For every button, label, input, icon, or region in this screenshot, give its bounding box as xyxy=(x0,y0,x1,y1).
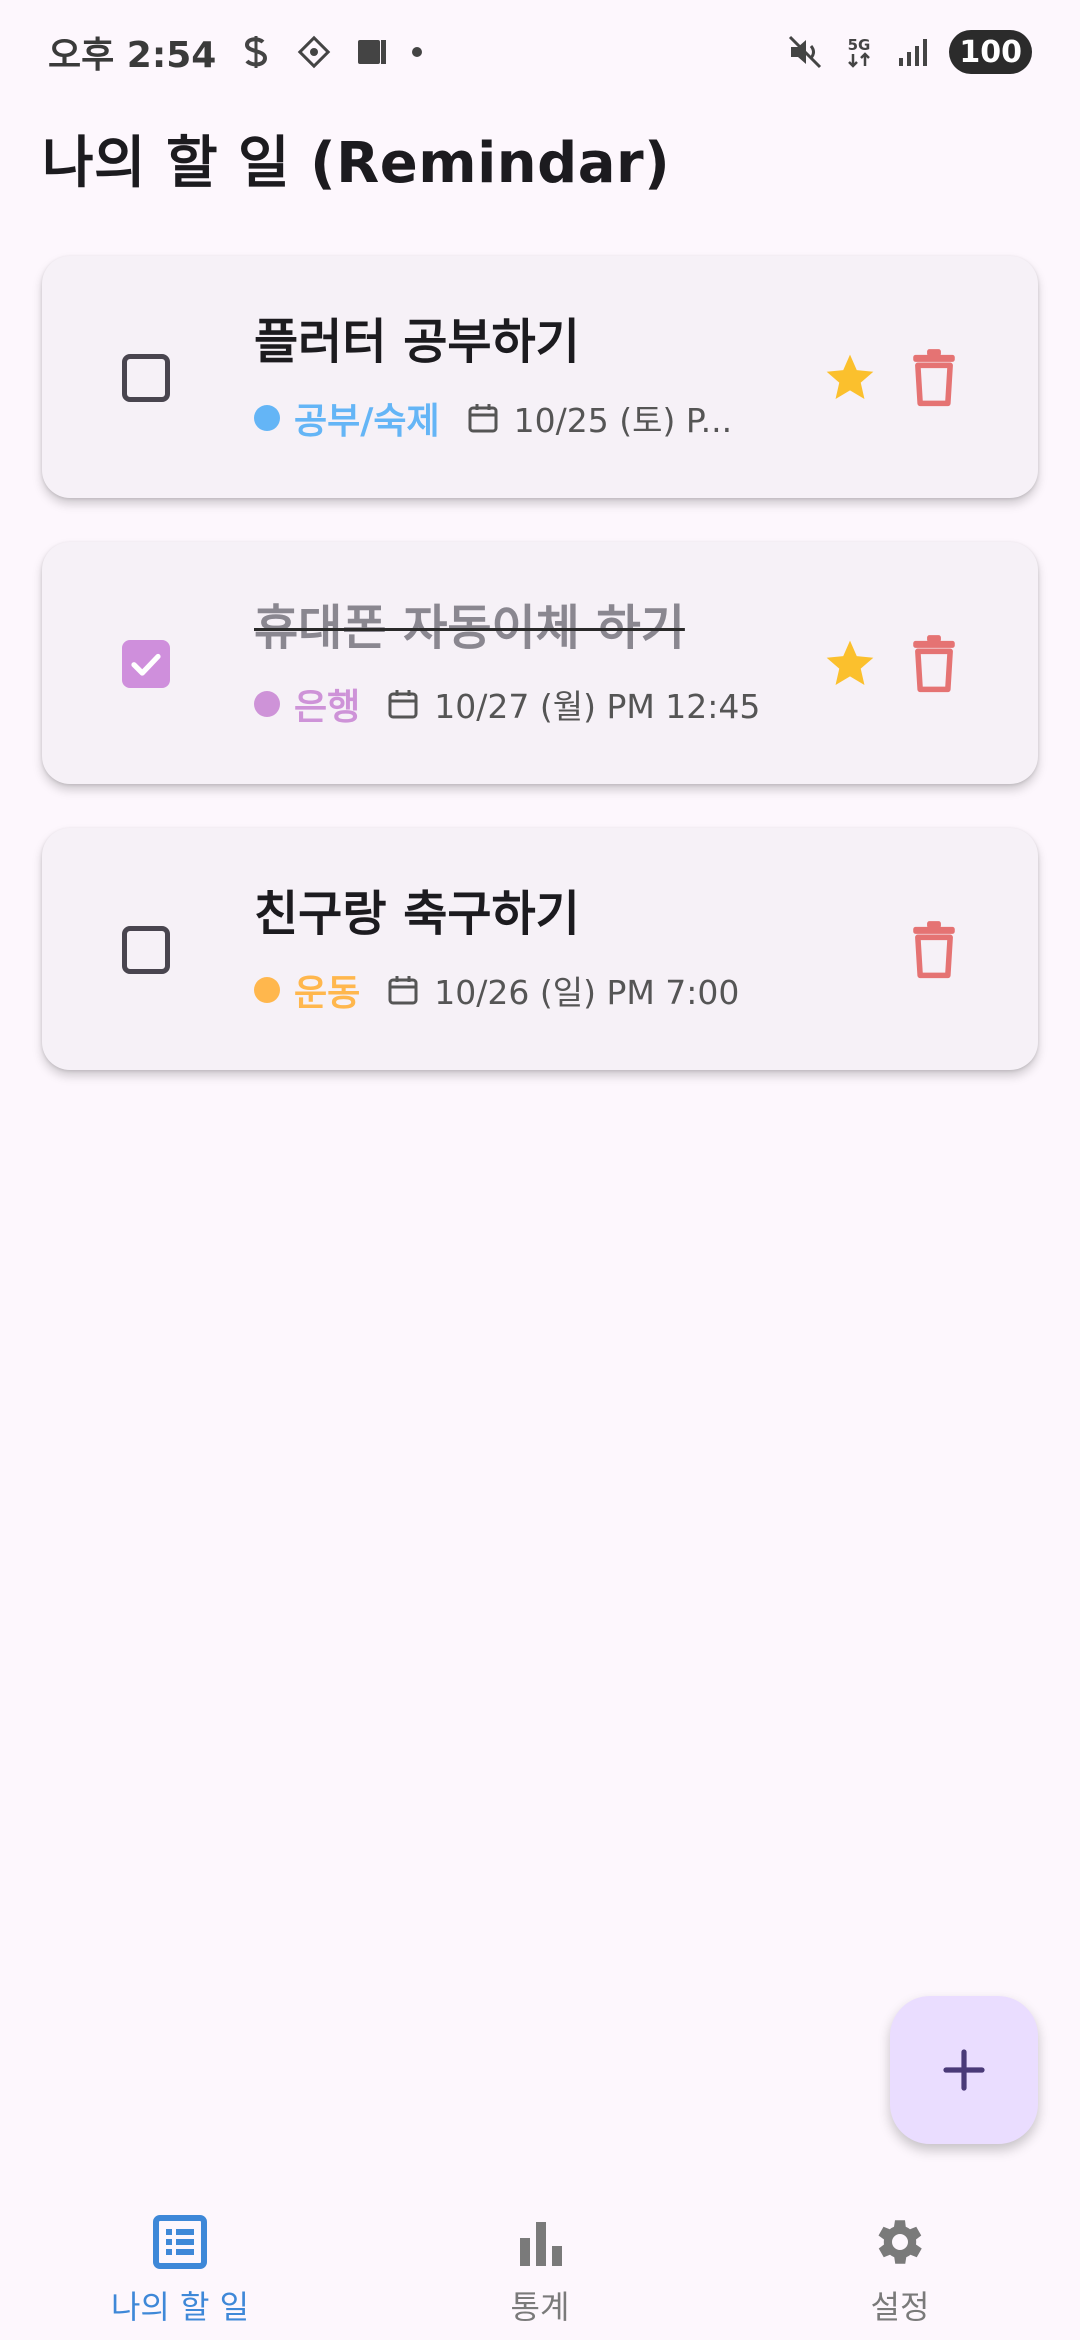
network-label: 5G xyxy=(848,36,871,54)
bar-chart-icon xyxy=(520,2222,562,2266)
nav-label: 나의 할 일 xyxy=(110,2288,250,2326)
due-date: 10/27 (월) PM 12:45 xyxy=(434,687,761,726)
delete-icon[interactable] xyxy=(906,920,962,980)
nav-label: 설정 xyxy=(870,2288,930,2326)
battery-icon: 100 xyxy=(949,30,1032,74)
bottom-nav: 나의 할 일 통계 설정 xyxy=(0,2184,1080,2340)
star-icon[interactable] xyxy=(822,636,878,692)
status-left: 오후 2:54 xyxy=(48,26,423,78)
signal-icon xyxy=(895,34,931,70)
list-icon xyxy=(153,2215,207,2269)
task-title: 휴대폰 자동이체 하기 xyxy=(254,600,685,656)
calendar-icon xyxy=(388,690,418,719)
task-meta: 공부/숙제 10/25 (토) P... xyxy=(254,394,732,442)
delete-icon[interactable] xyxy=(906,634,962,694)
status-time: 오후 2:54 xyxy=(48,35,217,76)
notification-dot-icon xyxy=(412,47,423,57)
calendar-icon xyxy=(468,404,498,433)
nav-item-stats[interactable]: 통계 xyxy=(360,2184,720,2340)
diamond-app-icon xyxy=(296,34,332,70)
task-title: 친구랑 축구하기 xyxy=(254,886,580,942)
screen: 오후 2:54 5G 100 나의 할 일 (Remindar) 플러터 공부하… xyxy=(0,0,1080,2340)
status-bar: 오후 2:54 5G 100 xyxy=(0,0,1080,104)
plus-icon xyxy=(943,2049,985,2091)
category-label: 운동 xyxy=(294,973,361,1014)
category-label: 은행 xyxy=(294,687,361,728)
nav-item-settings[interactable]: 설정 xyxy=(720,2184,1080,2340)
page-title: 나의 할 일 (Remindar) xyxy=(42,131,671,196)
check-icon xyxy=(131,653,161,676)
app-bar: 나의 할 일 (Remindar) xyxy=(42,118,670,199)
task-checkbox[interactable] xyxy=(122,354,170,402)
due-date: 10/25 (토) P... xyxy=(513,401,733,440)
task-meta: 은행 10/27 (월) PM 12:45 xyxy=(254,680,760,728)
star-icon[interactable] xyxy=(822,350,878,406)
delete-icon[interactable] xyxy=(906,348,962,408)
cast-icon xyxy=(354,34,390,70)
task-card[interactable]: 플러터 공부하기 공부/숙제 10/25 (토) P... xyxy=(42,256,1038,498)
category-label: 공부/숙제 xyxy=(294,401,440,442)
nav-item-todo[interactable]: 나의 할 일 xyxy=(0,2184,360,2340)
task-list: 플러터 공부하기 공부/숙제 10/25 (토) P... 휴대폰 자동이체 하… xyxy=(42,256,1038,1114)
nav-label: 통계 xyxy=(510,2288,570,2326)
task-card[interactable]: 친구랑 축구하기 운동 10/26 (일) PM 7:00 xyxy=(42,828,1038,1070)
category-dot xyxy=(254,977,280,1003)
task-checkbox[interactable] xyxy=(122,926,170,974)
due-date: 10/26 (일) PM 7:00 xyxy=(434,973,740,1012)
add-task-button[interactable] xyxy=(890,1996,1038,2144)
5g-icon: 5G xyxy=(841,34,877,70)
dollar-icon xyxy=(238,34,274,70)
mute-icon xyxy=(787,34,823,70)
category-dot xyxy=(254,691,280,717)
task-meta: 운동 10/26 (일) PM 7:00 xyxy=(254,966,739,1014)
task-card[interactable]: 휴대폰 자동이체 하기 은행 10/27 (월) PM 12:45 xyxy=(42,542,1038,784)
calendar-icon xyxy=(388,976,418,1005)
task-title: 플러터 공부하기 xyxy=(254,314,580,370)
category-dot xyxy=(254,405,280,431)
status-right: 5G 100 xyxy=(787,30,1032,74)
task-checkbox-checked[interactable] xyxy=(122,640,170,688)
gear-icon xyxy=(878,2220,922,2264)
